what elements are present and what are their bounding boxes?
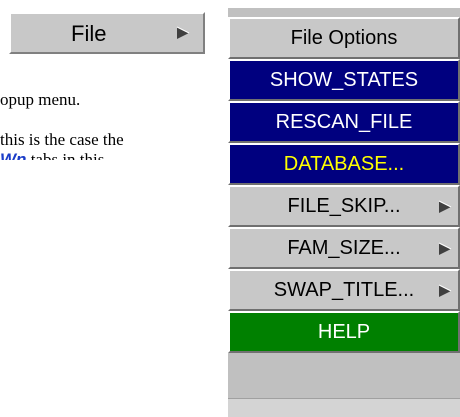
popup-title-label: File Options bbox=[290, 27, 398, 49]
description-line-1: opup menu. bbox=[0, 90, 81, 109]
show-states-button[interactable]: SHOW_STATES bbox=[228, 59, 460, 101]
submenu-arrow-icon bbox=[438, 200, 452, 213]
file-options-popup: File Options SHOW_STATES RESCAN_FILE DAT… bbox=[228, 8, 460, 414]
help-button[interactable]: HELP bbox=[228, 311, 460, 353]
database-button[interactable]: DATABASE... bbox=[228, 143, 460, 185]
submenu-arrow-icon bbox=[438, 284, 452, 297]
fam-size-label: FAM_SIZE... bbox=[287, 237, 401, 259]
rescan-file-button[interactable]: RESCAN_FILE bbox=[228, 101, 460, 143]
swap-title-label: SWAP_TITLE... bbox=[273, 279, 415, 301]
rescan-file-label: RESCAN_FILE bbox=[275, 111, 413, 133]
file-skip-label: FILE_SKIP... bbox=[287, 195, 401, 217]
fam-size-button[interactable]: FAM_SIZE... bbox=[228, 227, 460, 269]
description-text: opup menu. this is the case the Wn tabs … bbox=[0, 90, 210, 160]
show-states-label: SHOW_STATES bbox=[269, 69, 419, 91]
menu-bottom-edge bbox=[228, 398, 460, 417]
file-skip-button[interactable]: FILE_SKIP... bbox=[228, 185, 460, 227]
help-label: HELP bbox=[317, 321, 371, 343]
description-line-2: this is the case the bbox=[0, 130, 124, 149]
database-label: DATABASE... bbox=[283, 153, 405, 175]
popup-title: File Options bbox=[228, 17, 460, 59]
swap-title-button[interactable]: SWAP_TITLE... bbox=[228, 269, 460, 311]
tab-reference: Wn bbox=[0, 150, 27, 160]
file-menu-button[interactable]: File bbox=[9, 12, 205, 54]
file-menu-label: File bbox=[71, 21, 107, 46]
submenu-arrow-icon bbox=[176, 26, 190, 39]
submenu-arrow-icon bbox=[438, 242, 452, 255]
description-line-3-rest: tabs in this bbox=[26, 150, 105, 160]
description-line-3: Wn tabs in this bbox=[0, 150, 104, 160]
